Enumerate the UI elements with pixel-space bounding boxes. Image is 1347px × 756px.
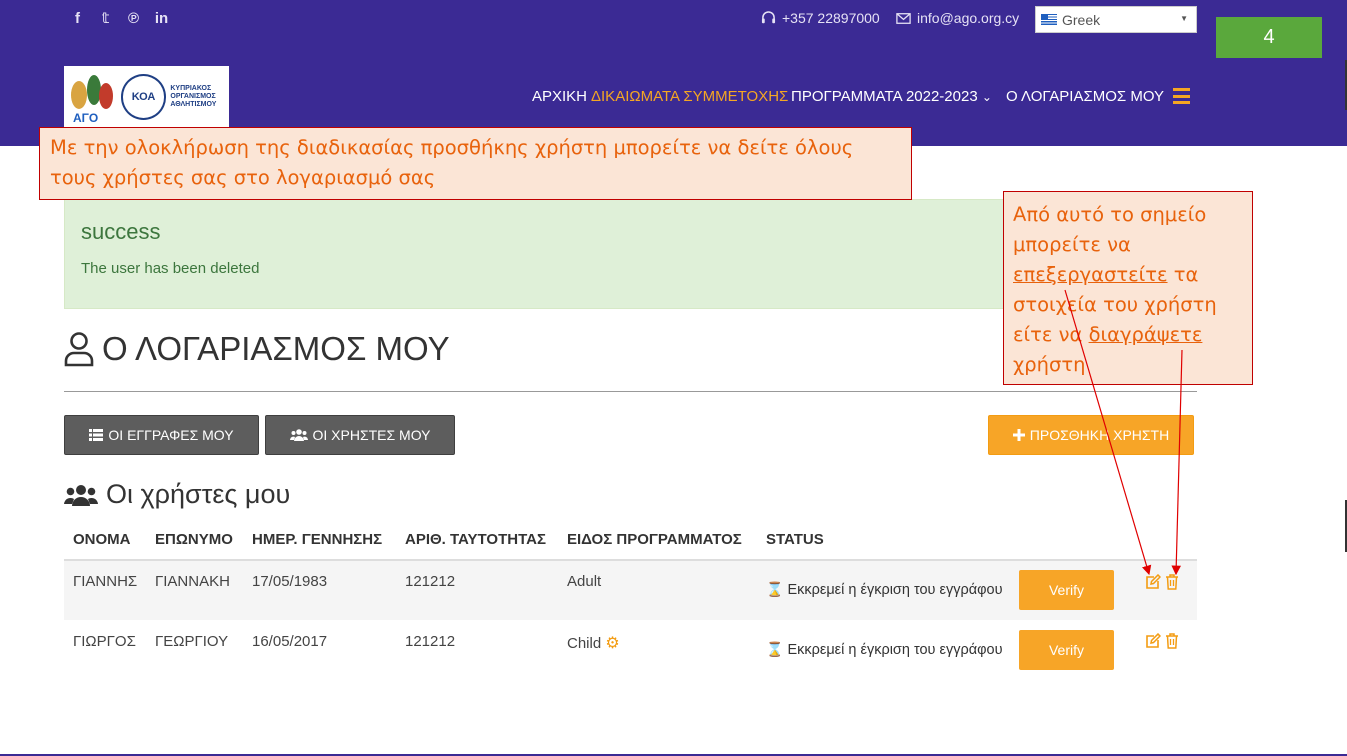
column-header-status: STATUS: [766, 531, 824, 548]
my-users-button[interactable]: ΟΙ ΧΡΗΣΤΕΣ ΜΟΥ: [265, 415, 455, 455]
nav-programs[interactable]: ΠΡΟΓΡΑΜΜΑΤΑ 2022-2023 ⌄: [791, 88, 992, 105]
cell-first-name: ΓΙΩΡΓΟΣ: [73, 633, 136, 650]
caret-down-icon: ▼: [1180, 14, 1188, 23]
edit-icon[interactable]: [1145, 574, 1161, 590]
chevron-down-icon: ⌄: [981, 90, 992, 104]
linkedin-icon[interactable]: in: [154, 9, 169, 29]
users-icon: [289, 429, 308, 441]
facebook-icon[interactable]: f: [70, 9, 85, 29]
language-selected: Greek: [1062, 11, 1101, 28]
gear-icon[interactable]: ⚙: [605, 635, 619, 652]
nav-home[interactable]: ΑΡΧΙΚΗ: [532, 88, 587, 105]
edit-icon[interactable]: [1145, 633, 1161, 649]
koa-emblem-icon: ΚΟΑ: [120, 73, 167, 120]
cell-status: ⌛ Εκκρεμεί η έγκριση του εγγράφου: [766, 581, 1003, 598]
my-registrations-button[interactable]: ΟΙ ΕΓΓΡΑΦΕΣ ΜΟΥ: [64, 415, 259, 455]
site-header: f 𝕥 ℗ in +357 22897000 info@ago.org.cy G…: [0, 0, 1347, 146]
cell-birth-date: 17/05/1983: [252, 573, 328, 590]
add-user-button[interactable]: ΠΡΟΣΘΗΚΗ ΧΡΗΣΤΗ: [988, 415, 1194, 455]
cell-last-name: ΓΕΩΡΓΙΟΥ: [155, 633, 229, 650]
hourglass-icon: ⌛: [766, 581, 784, 597]
cell-id-number: 121212: [405, 633, 456, 650]
alert-title: success: [81, 219, 161, 244]
table-row: ΓΙΑΝΝΗΣ ΓΙΑΝΝΑΚΗ 17/05/1983 121212 Adult…: [64, 561, 1197, 620]
users-icon: [64, 484, 98, 506]
headset-icon: [761, 10, 776, 23]
page-title: Ο ΛΟΓΑΡΙΑΣΜΟΣ ΜΟΥ: [64, 330, 450, 368]
slide-number-badge: 4: [1216, 17, 1322, 58]
column-header-birth-date: ΗΜΕΡ. ΓΕΝΝΗΣΗΣ: [252, 531, 383, 548]
cell-program-type: Adult: [567, 573, 602, 590]
cell-status: ⌛ Εκκρεμεί η έγκριση του εγγράφου: [766, 641, 1003, 658]
cell-first-name: ΓΙΑΝΝΗΣ: [73, 573, 138, 590]
hamburger-menu-icon[interactable]: [1173, 88, 1190, 104]
trash-icon[interactable]: [1165, 633, 1179, 649]
verify-button[interactable]: Verify: [1019, 630, 1114, 670]
trash-icon[interactable]: [1165, 574, 1179, 590]
language-select[interactable]: Greek ▼: [1035, 6, 1197, 33]
users-section-title: Οι χρήστες μου: [64, 479, 290, 510]
social-links: f 𝕥 ℗ in: [70, 9, 169, 29]
email-address: info@ago.org.cy: [917, 10, 1020, 26]
cell-birth-date: 16/05/2017: [252, 633, 328, 650]
user-icon: [64, 332, 94, 367]
list-icon: [89, 429, 104, 441]
column-header-last-name: ΕΠΩΝΥΜΟ: [155, 531, 233, 548]
verify-button[interactable]: Verify: [1019, 570, 1114, 610]
title-divider: [64, 391, 1197, 392]
plus-icon: [1012, 429, 1025, 441]
annotation-callout-edit-delete: Από αυτό το σημείο μπορείτε να επεξεργασ…: [1003, 191, 1253, 385]
column-header-id-number: ΑΡΙΘ. ΤΑΥΤΟΤΗΤΑΣ: [405, 531, 546, 548]
nav-participation-rights[interactable]: ΔΙΚΑΙΩΜΑΤΑ ΣΥΜΜΕΤΟΧΗΣ: [591, 88, 788, 105]
annotation-callout-users-list: Με την ολοκλήρωση της διαδικασίας προσθή…: [39, 127, 912, 200]
pinterest-icon[interactable]: ℗: [126, 9, 141, 29]
callout-edit-word: επεξεργαστείτε: [1013, 263, 1168, 286]
table-row: ΓΙΩΡΓΟΣ ΓΕΩΡΓΙΟΥ 16/05/2017 121212 Child…: [64, 620, 1197, 679]
ago-logo-icon: AΓO: [67, 69, 117, 125]
email-contact[interactable]: info@ago.org.cy: [896, 10, 1019, 26]
site-logo[interactable]: AΓO ΚΟΑ ΚΥΠΡΙΑΚΟΣ ΟΡΓΑΝΙΣΜΟΣ ΑΘΛΗΤΙΣΜΟΥ: [64, 66, 229, 127]
envelope-icon: [896, 12, 911, 24]
cell-program-type: Child ⚙: [567, 635, 620, 652]
greek-flag-icon: [1041, 14, 1057, 25]
hourglass-icon: ⌛: [766, 641, 784, 657]
logo-text: ΚΥΠΡΙΑΚΟΣ ΟΡΓΑΝΙΣΜΟΣ ΑΘΛΗΤΙΣΜΟΥ: [170, 84, 217, 108]
column-header-program-type: ΕΙΔΟΣ ΠΡΟΓΡΑΜΜΑΤΟΣ: [567, 531, 742, 548]
nav-my-account[interactable]: Ο ΛΟΓΑΡΙΑΣΜΟΣ ΜΟΥ: [1006, 88, 1164, 105]
cell-last-name: ΓΙΑΝΝΑΚΗ: [155, 573, 230, 590]
column-header-first-name: ΟΝΟΜΑ: [73, 531, 131, 548]
alert-message: The user has been deleted: [81, 260, 260, 277]
phone-number: +357 22897000: [782, 10, 880, 26]
callout-delete-word: διαγράψετε: [1088, 323, 1203, 346]
phone-contact[interactable]: +357 22897000: [761, 10, 880, 26]
cell-id-number: 121212: [405, 573, 456, 590]
twitter-icon[interactable]: 𝕥: [98, 9, 113, 29]
